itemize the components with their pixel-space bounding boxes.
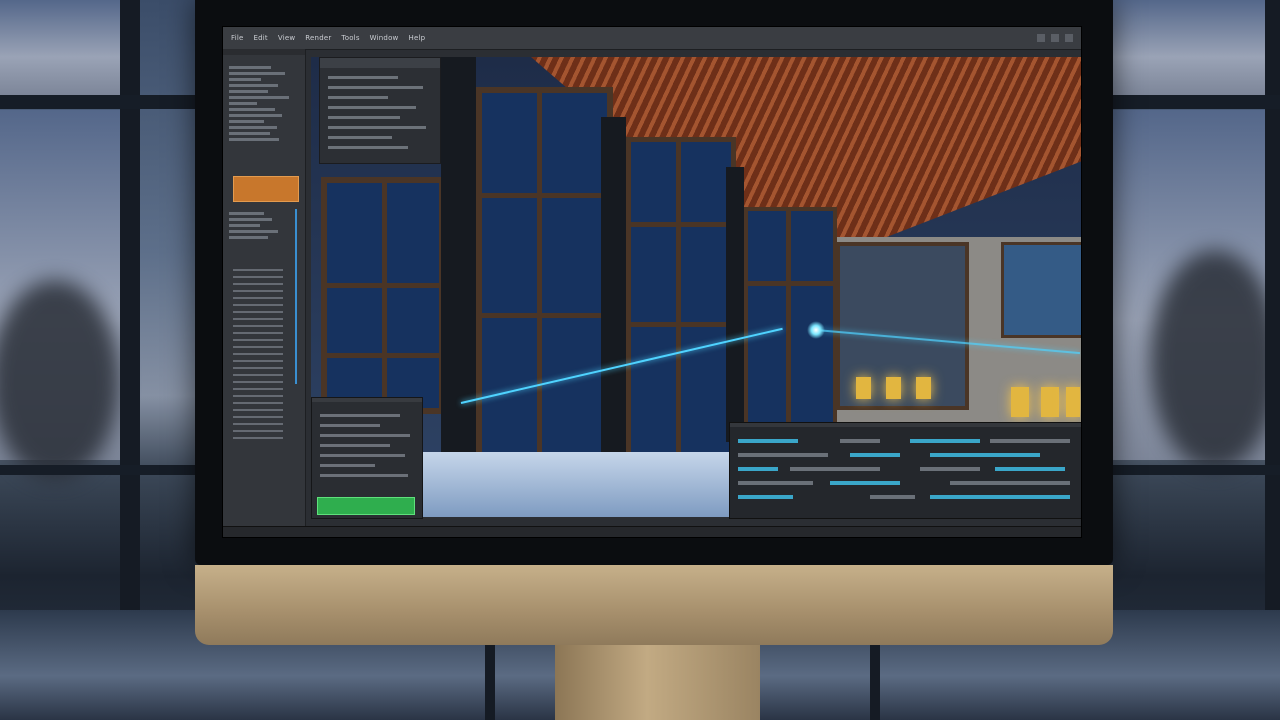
parameter-grid[interactable] [233, 264, 283, 444]
window-close-icon[interactable] [1065, 34, 1073, 42]
light-source-point[interactable] [807, 321, 825, 339]
status-bar [223, 526, 1081, 537]
layers-panel-header [312, 398, 422, 402]
curtain-wall-window [626, 137, 736, 457]
structural-column [601, 117, 626, 457]
window-maximize-icon[interactable] [1051, 34, 1059, 42]
curtain-wall-window [321, 177, 445, 414]
menu-window[interactable]: Window [370, 34, 399, 42]
render-button[interactable] [317, 497, 415, 515]
menu-file[interactable]: File [231, 34, 244, 42]
selected-property-field[interactable] [233, 176, 299, 202]
menu-bar: File Edit View Render Tools Window Help [223, 27, 1081, 50]
structural-column [441, 57, 476, 467]
property-list [229, 63, 299, 144]
blurred-tree [1150, 250, 1280, 470]
properties-panel-header [223, 49, 305, 55]
tool-options-titlebar[interactable] [320, 58, 440, 68]
property-list-secondary [229, 209, 299, 242]
app-window: File Edit View Render Tools Window Help [222, 26, 1082, 538]
monitor-chin [195, 565, 1113, 645]
structural-column [726, 167, 744, 442]
monitor-stand [555, 645, 760, 720]
window-minimize-icon[interactable] [1037, 34, 1045, 42]
menu-render[interactable]: Render [305, 34, 331, 42]
curtain-wall-window [476, 87, 613, 469]
properties-panel [223, 49, 306, 537]
timeline-panel-header [730, 423, 1081, 427]
menu-edit[interactable]: Edit [254, 34, 268, 42]
tool-options-panel [319, 57, 441, 164]
menu-help[interactable]: Help [408, 34, 425, 42]
menu-tools[interactable]: Tools [341, 34, 359, 42]
menu-view[interactable]: View [278, 34, 295, 42]
panel-scrollbar[interactable] [295, 209, 297, 384]
window-controls [1037, 34, 1081, 42]
timeline-panel [729, 422, 1081, 519]
